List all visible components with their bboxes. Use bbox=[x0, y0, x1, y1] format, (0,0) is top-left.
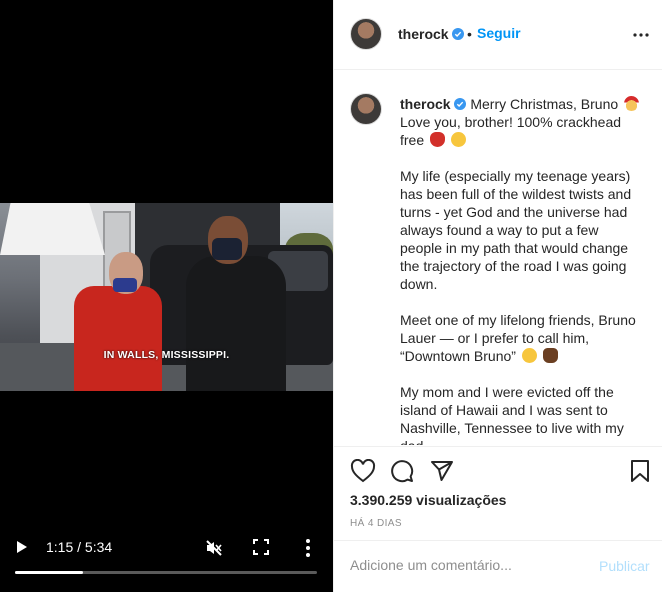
comment-form: Publicar bbox=[334, 540, 662, 592]
smile-emoji-icon bbox=[450, 132, 466, 147]
video-progress-bar[interactable] bbox=[15, 571, 317, 574]
comment-input[interactable] bbox=[350, 557, 590, 573]
post-actions: 3.390.259 visualizações HÁ 4 DIAS bbox=[334, 446, 662, 536]
smile-emoji-icon bbox=[521, 348, 537, 363]
verified-badge-icon bbox=[452, 26, 464, 44]
hand-emoji-icon bbox=[542, 348, 558, 363]
caption-username[interactable]: therock bbox=[400, 96, 451, 112]
more-vertical-icon[interactable] bbox=[300, 538, 316, 558]
video-controls: 1:15 / 5:34 bbox=[0, 530, 333, 570]
more-horizontal-icon[interactable] bbox=[632, 32, 650, 38]
video-person-right bbox=[186, 256, 286, 391]
post-sidebar: therock • Seguir therock Merry Christmas… bbox=[333, 0, 662, 592]
devil-emoji-icon bbox=[430, 132, 446, 147]
comment-icon[interactable] bbox=[390, 459, 414, 483]
view-count[interactable]: 3.390.259 visualizações bbox=[350, 492, 506, 508]
caption-paragraph-2: Meet one of my lifelong friends, Bruno L… bbox=[400, 312, 636, 364]
heart-icon[interactable] bbox=[350, 459, 376, 483]
video-player[interactable]: IN WALLS, MISSISSIPPI. 1:15 / 5:34 bbox=[0, 0, 333, 592]
play-icon[interactable] bbox=[17, 541, 27, 553]
video-time: 1:15 / 5:34 bbox=[46, 539, 113, 555]
follow-button[interactable]: Seguir bbox=[477, 25, 521, 41]
post-caption: therock Merry Christmas, Bruno Love you,… bbox=[334, 71, 662, 445]
caption-text: therock Merry Christmas, Bruno Love you,… bbox=[400, 95, 640, 445]
share-icon[interactable] bbox=[430, 460, 454, 482]
caption-paragraph-1: My life (especially my teenage years) ha… bbox=[400, 168, 632, 292]
video-person-left bbox=[74, 286, 162, 391]
avatar[interactable] bbox=[350, 18, 382, 50]
bookmark-icon[interactable] bbox=[630, 459, 650, 483]
post-timestamp[interactable]: HÁ 4 DIAS bbox=[350, 518, 402, 529]
post-header: therock • Seguir bbox=[334, 0, 662, 70]
caption-avatar[interactable] bbox=[350, 93, 382, 125]
fullscreen-icon[interactable] bbox=[252, 538, 270, 556]
caption-first-line: Merry Christmas, Bruno bbox=[470, 96, 619, 112]
video-canopy bbox=[0, 203, 105, 255]
video-progress-fill bbox=[15, 571, 83, 574]
video-person-right-mask bbox=[212, 238, 242, 260]
separator-dot: • bbox=[467, 26, 472, 42]
mute-icon[interactable] bbox=[204, 538, 224, 558]
santa-emoji-icon bbox=[624, 96, 640, 111]
caption-paragraph-3: My mom and I were evicted off the island… bbox=[400, 384, 624, 445]
verified-badge-icon bbox=[454, 98, 467, 110]
video-subtitle: IN WALLS, MISSISSIPPI. bbox=[103, 349, 230, 361]
username-link[interactable]: therock bbox=[398, 26, 449, 42]
publish-button[interactable]: Publicar bbox=[599, 558, 650, 574]
video-person-left-mask bbox=[113, 278, 137, 292]
